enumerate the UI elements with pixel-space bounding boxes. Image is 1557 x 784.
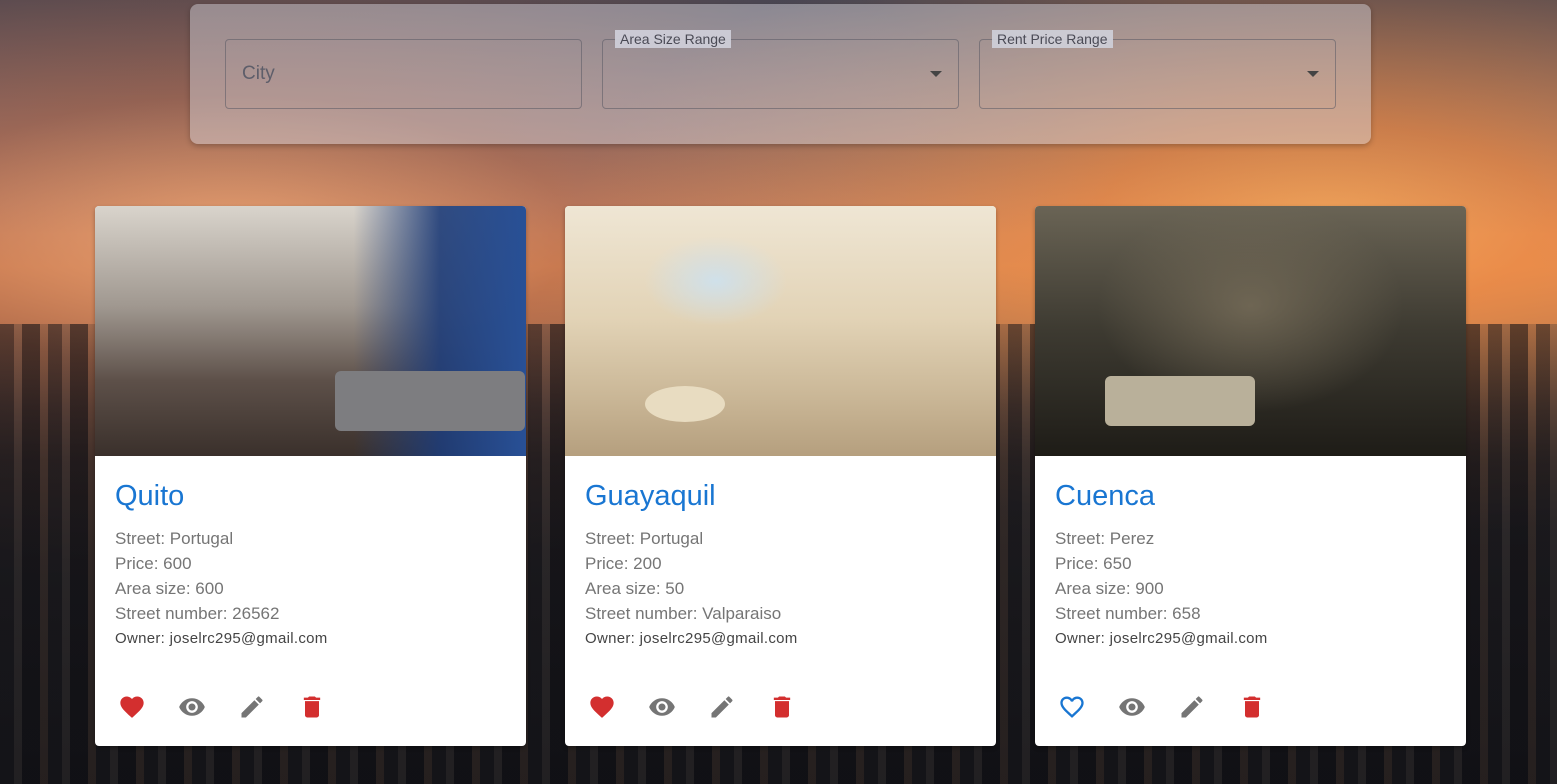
chevron-down-icon[interactable]	[930, 71, 942, 77]
card-title: Quito	[115, 480, 185, 512]
edit-button[interactable]	[1171, 688, 1213, 730]
favorite-button[interactable]	[111, 688, 153, 730]
area-size-range-select[interactable]: Area Size Range	[602, 30, 959, 109]
heart-icon	[588, 693, 616, 726]
city-field[interactable]	[225, 39, 582, 109]
property-card: Cuenca Street: Perez Price: 650 Area siz…	[1035, 206, 1466, 746]
chevron-down-icon[interactable]	[1307, 71, 1319, 77]
card-actions	[581, 688, 803, 730]
view-button[interactable]	[641, 688, 683, 730]
eye-icon	[648, 693, 676, 726]
area-size-text: Area size: 900	[1055, 579, 1164, 598]
street-number-text: Street number: 658	[1055, 604, 1201, 623]
rent-price-range-select[interactable]: Rent Price Range	[979, 30, 1336, 109]
street-text: Street: Perez	[1055, 529, 1155, 548]
street-number-text: Street number: 26562	[115, 604, 280, 623]
area-size-range-label: Area Size Range	[615, 30, 731, 48]
trash-icon	[298, 693, 326, 726]
area-size-text: Area size: 600	[115, 579, 224, 598]
owner-text: Owner: joselrc295@gmail.com	[585, 630, 798, 647]
rent-price-range-label: Rent Price Range	[992, 30, 1113, 48]
heart-icon	[1058, 693, 1086, 726]
street-text: Street: Portugal	[115, 529, 234, 548]
heart-icon	[118, 693, 146, 726]
area-size-text: Area size: 50	[585, 579, 685, 598]
city-input[interactable]	[226, 40, 581, 108]
price-text: Price: 200	[585, 554, 662, 573]
delete-button[interactable]	[761, 688, 803, 730]
card-actions	[111, 688, 333, 730]
street-text: Street: Portugal	[585, 529, 704, 548]
property-image[interactable]	[1035, 206, 1466, 456]
owner-text: Owner: joselrc295@gmail.com	[115, 630, 328, 647]
property-image[interactable]	[565, 206, 996, 456]
view-button[interactable]	[171, 688, 213, 730]
edit-button[interactable]	[701, 688, 743, 730]
edit-button[interactable]	[231, 688, 273, 730]
owner-text: Owner: joselrc295@gmail.com	[1055, 630, 1268, 647]
price-text: Price: 600	[115, 554, 192, 573]
pencil-icon	[1178, 693, 1206, 726]
street-number-text: Street number: Valparaiso	[585, 604, 782, 623]
favorite-button[interactable]	[581, 688, 623, 730]
trash-icon	[768, 693, 796, 726]
trash-icon	[1238, 693, 1266, 726]
delete-button[interactable]	[1231, 688, 1273, 730]
eye-icon	[178, 693, 206, 726]
pencil-icon	[708, 693, 736, 726]
eye-icon	[1118, 693, 1146, 726]
price-text: Price: 650	[1055, 554, 1132, 573]
favorite-button[interactable]	[1051, 688, 1093, 730]
property-card: Guayaquil Street: Portugal Price: 200 Ar…	[565, 206, 996, 746]
view-button[interactable]	[1111, 688, 1153, 730]
filter-panel: Area Size Range Rent Price Range	[190, 4, 1371, 144]
pencil-icon	[238, 693, 266, 726]
card-title: Cuenca	[1055, 480, 1155, 512]
property-card: Quito Street: Portugal Price: 600 Area s…	[95, 206, 526, 746]
card-actions	[1051, 688, 1273, 730]
property-image[interactable]	[95, 206, 526, 456]
delete-button[interactable]	[291, 688, 333, 730]
card-title: Guayaquil	[585, 480, 716, 512]
